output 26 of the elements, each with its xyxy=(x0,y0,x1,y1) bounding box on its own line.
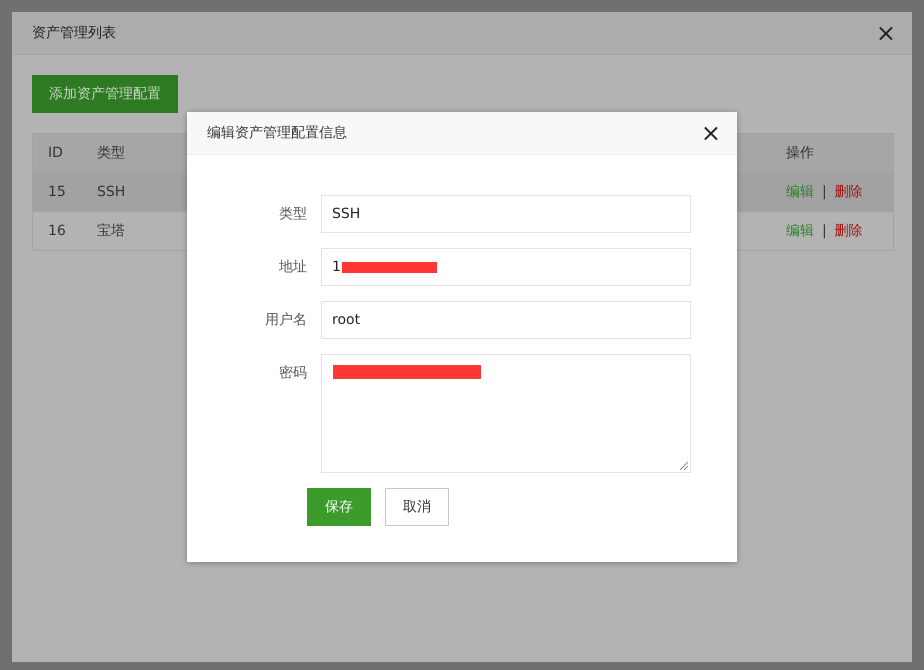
field-label: 地址 xyxy=(279,258,307,277)
close-button[interactable]: × xyxy=(696,121,725,145)
column-header: ID xyxy=(48,145,64,161)
field-label: 密码 xyxy=(279,364,307,383)
close-button[interactable]: × xyxy=(872,21,900,45)
save-button[interactable]: 保存 xyxy=(307,488,371,526)
dialog-title: 编辑资产管理配置信息 xyxy=(207,124,347,142)
table-cell-text: 16 xyxy=(48,223,67,239)
table-cell-text: 宝塔 xyxy=(97,222,126,240)
add-button[interactable]: 添加资产管理配置 xyxy=(32,75,178,113)
resize-handle-icon[interactable] xyxy=(680,462,688,470)
table-cell-text: 15 xyxy=(48,184,67,200)
table-cell-text: SSH xyxy=(97,184,126,200)
cancel-button[interactable]: 取消 xyxy=(385,488,449,526)
column-header: 类型 xyxy=(97,144,126,162)
input-field[interactable]: SSH xyxy=(321,195,691,233)
delete-link[interactable]: 删除 xyxy=(834,222,863,240)
window-title: 资产管理列表 xyxy=(32,24,116,42)
field-label: 类型 xyxy=(279,205,307,224)
separator: | xyxy=(822,184,827,200)
column-header: 操作 xyxy=(786,144,815,162)
input-field[interactable]: 1 xyxy=(321,248,691,286)
field-label: 用户名 xyxy=(265,311,307,330)
input-field[interactable]: root xyxy=(321,301,691,339)
separator: | xyxy=(822,223,827,239)
password-field[interactable] xyxy=(321,354,691,473)
